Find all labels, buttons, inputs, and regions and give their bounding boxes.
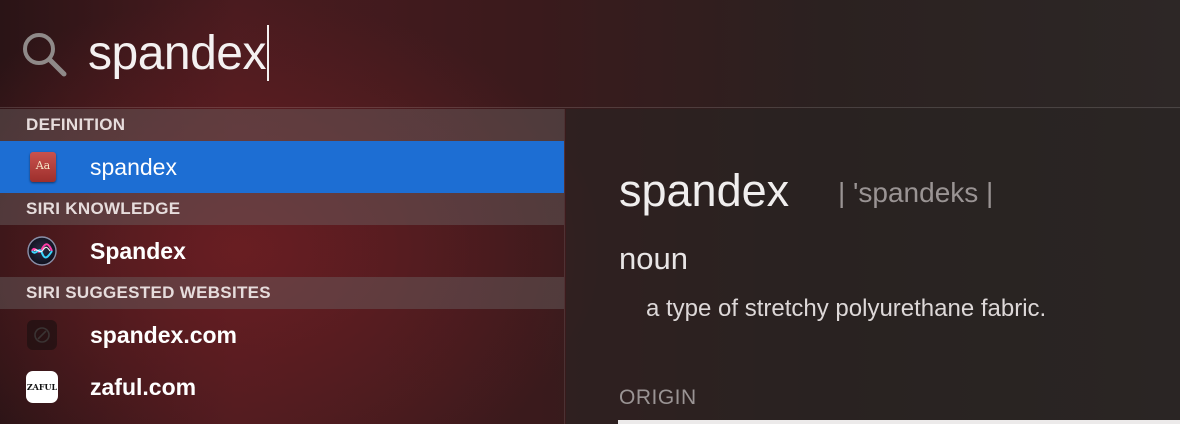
text-caret: [266, 25, 269, 81]
dictionary-icon: Aa: [30, 152, 56, 182]
search-query-text: spandex: [88, 27, 266, 80]
preview-definition: a type of stretchy polyurethane fabric.: [646, 295, 1047, 322]
search-input[interactable]: spandex: [88, 24, 269, 84]
preview-part-of-speech: noun: [619, 241, 688, 276]
result-label: Spandex: [90, 238, 186, 264]
website-icon: [27, 320, 57, 350]
search-bar: spandex: [0, 0, 1180, 108]
spotlight-window: spandex DEFINITION Aa spandex SIRI KNOWL…: [0, 0, 1180, 424]
section-header-siri-knowledge: SIRI KNOWLEDGE: [0, 193, 564, 225]
search-icon: [23, 33, 67, 77]
result-website-zaful-com[interactable]: ZAFUL zaful.com: [0, 361, 564, 413]
result-label: spandex: [90, 154, 177, 180]
preview-pronunciation: | 'spandeks |: [838, 177, 994, 208]
section-header-definition: DEFINITION: [0, 109, 564, 141]
section-header-siri-suggested-websites: SIRI SUGGESTED WEBSITES: [0, 277, 564, 309]
result-label: zaful.com: [90, 374, 197, 400]
preview-headword: spandex: [619, 165, 790, 216]
preview-origin-label: ORIGIN: [619, 386, 697, 409]
definition-preview-pane: spandex | 'spandeks | noun a type of str…: [566, 109, 1180, 424]
result-siri-knowledge-spandex[interactable]: Spandex: [0, 225, 564, 277]
result-label: spandex.com: [90, 322, 237, 348]
siri-icon: [27, 236, 57, 266]
zaful-logo-icon: ZAFUL: [26, 371, 58, 403]
result-definition-spandex[interactable]: Aa spandex: [0, 141, 564, 193]
preview-divider: [618, 420, 1180, 424]
result-website-spandex-com[interactable]: spandex.com: [0, 309, 564, 361]
results-list: DEFINITION Aa spandex SIRI KNOWLEDGE Spa…: [0, 109, 565, 424]
